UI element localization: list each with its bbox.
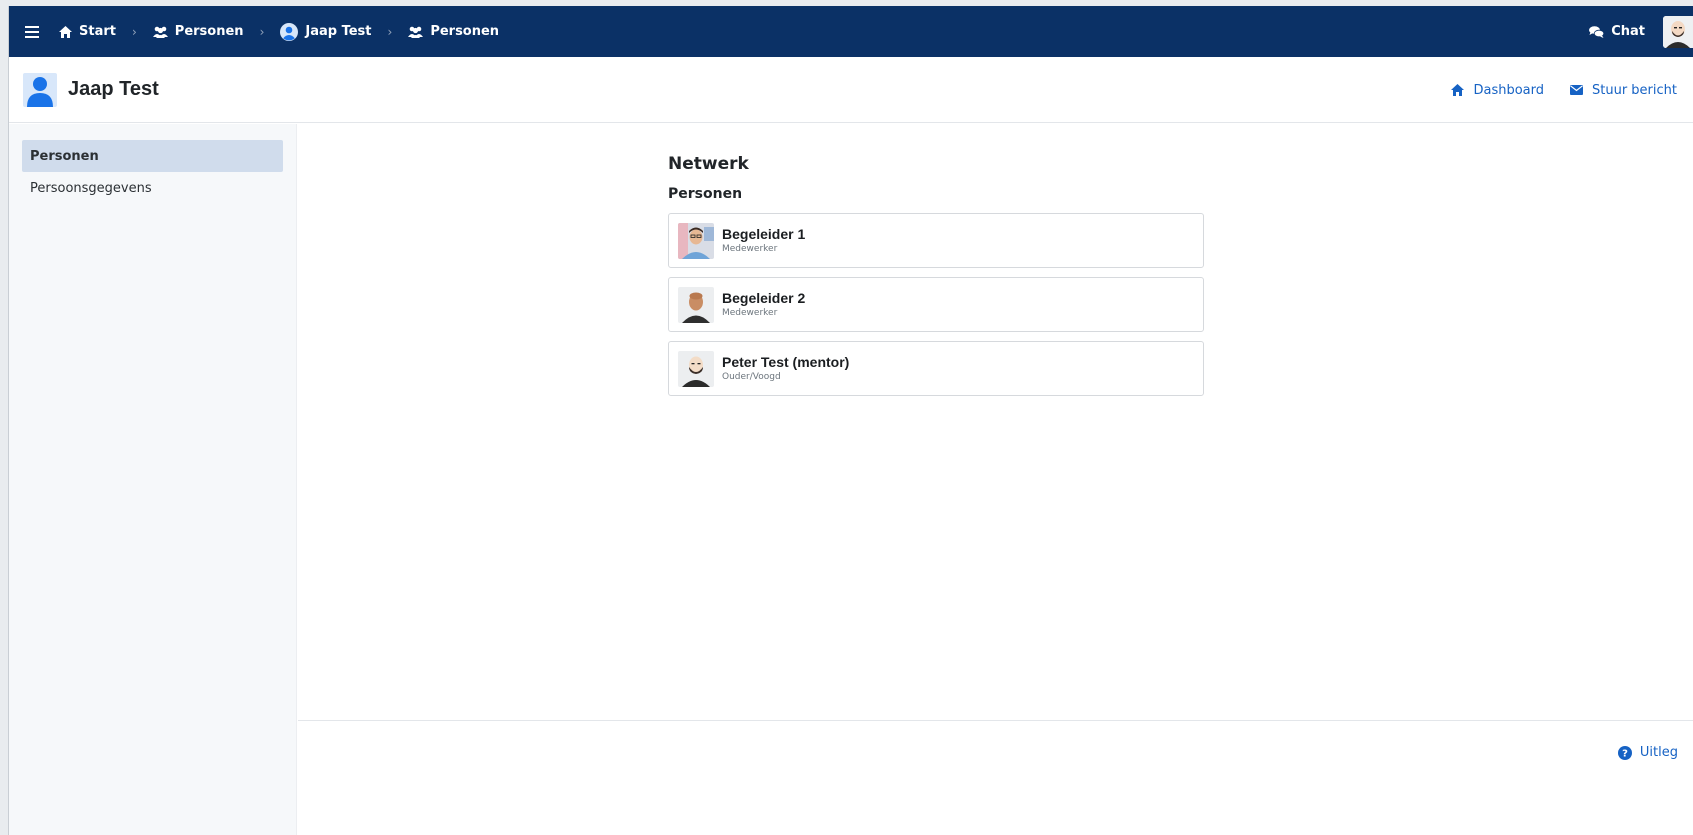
person-role: Medewerker xyxy=(722,244,778,254)
breadcrumb-personen[interactable]: Personen xyxy=(149,24,248,39)
person-info: Begeleider 2 Medewerker xyxy=(722,290,805,319)
breadcrumb-label: Jaap Test xyxy=(305,24,372,39)
header-actions: Dashboard Stuur bericht xyxy=(1451,57,1677,123)
send-message-link[interactable]: Stuur bericht xyxy=(1570,83,1677,98)
section-subheading: Personen xyxy=(668,186,743,202)
dashboard-link[interactable]: Dashboard xyxy=(1451,83,1544,98)
person-card-begeleider-2[interactable]: Begeleider 2 Medewerker xyxy=(668,277,1204,332)
breadcrumb-separator: › xyxy=(259,24,265,39)
people-icon xyxy=(152,26,168,38)
section-heading: Netwerk xyxy=(668,154,749,174)
person-avatar-icon xyxy=(678,350,714,387)
app-frame: Start › Personen › Jaap Test › Personen … xyxy=(8,6,1693,835)
avatar xyxy=(678,350,714,387)
sidebar-item-persoonsgegevens[interactable]: Persoonsgegevens xyxy=(22,172,283,204)
person-avatar-icon xyxy=(678,286,714,323)
sidebar-item-label: Persoonsgegevens xyxy=(30,180,152,196)
breadcrumb: Start › Personen › Jaap Test › Personen xyxy=(55,6,503,57)
top-navbar: Start › Personen › Jaap Test › Personen … xyxy=(9,6,1693,57)
svg-text:?: ? xyxy=(1622,748,1628,759)
send-message-label: Stuur bericht xyxy=(1592,82,1677,98)
breadcrumb-label: Start xyxy=(79,24,116,39)
sidebar-item-personen[interactable]: Personen xyxy=(22,140,283,172)
person-role: Ouder/Voogd xyxy=(722,372,781,382)
help-link[interactable]: ? Uitleg xyxy=(1617,745,1678,760)
chat-label: Chat xyxy=(1611,24,1645,39)
person-name: Begeleider 2 xyxy=(722,290,806,306)
user-circle-icon xyxy=(280,22,299,41)
network-section: Netwerk Personen Begeleider 1 Medewerker… xyxy=(668,154,1204,405)
breadcrumb-separator: › xyxy=(131,24,137,39)
person-role: Medewerker xyxy=(722,308,778,318)
breadcrumb-jaap-test[interactable]: Jaap Test xyxy=(276,22,375,41)
sidebar: Personen Persoonsgegevens xyxy=(9,124,297,835)
person-photo-icon xyxy=(678,222,714,259)
help-label: Uitleg xyxy=(1639,745,1678,760)
user-icon xyxy=(27,76,53,107)
dashboard-label: Dashboard xyxy=(1473,82,1544,98)
person-info: Peter Test (mentor) Ouder/Voogd xyxy=(722,354,849,383)
person-card-peter-test[interactable]: Peter Test (mentor) Ouder/Voogd xyxy=(668,341,1204,396)
person-list: Begeleider 1 Medewerker Begeleider 2 Med… xyxy=(668,213,1204,396)
menu-icon xyxy=(25,25,39,38)
person-card-begeleider-1[interactable]: Begeleider 1 Medewerker xyxy=(668,213,1204,268)
page-title: Jaap Test xyxy=(68,78,159,100)
breadcrumb-personen-current[interactable]: Personen xyxy=(404,24,503,39)
question-circle-icon: ? xyxy=(1617,745,1632,760)
topbar-right: Chat xyxy=(1577,6,1693,57)
home-icon xyxy=(59,25,72,38)
breadcrumb-label: Personen xyxy=(174,24,244,39)
main-content: Netwerk Personen Begeleider 1 Medewerker… xyxy=(298,124,1693,720)
sidebar-item-label: Personen xyxy=(30,148,99,164)
breadcrumb-label: Personen xyxy=(430,24,500,39)
avatar-icon xyxy=(1663,15,1693,48)
person-name: Begeleider 1 xyxy=(722,226,806,242)
envelope-icon xyxy=(1570,85,1583,95)
person-info: Begeleider 1 Medewerker xyxy=(722,226,805,255)
avatar xyxy=(678,222,714,259)
hamburger-menu-button[interactable] xyxy=(9,6,55,57)
breadcrumb-separator: › xyxy=(387,24,393,39)
person-name: Peter Test (mentor) xyxy=(722,354,850,370)
avatar xyxy=(678,286,714,323)
people-icon xyxy=(408,26,424,38)
user-tile xyxy=(23,72,57,107)
user-avatar[interactable] xyxy=(1663,15,1693,48)
home-icon xyxy=(1451,84,1465,96)
chat-icon xyxy=(1589,25,1605,38)
footer: ? Uitleg xyxy=(298,720,1693,835)
chat-button[interactable]: Chat xyxy=(1577,24,1663,39)
breadcrumb-start[interactable]: Start xyxy=(55,24,120,39)
page-header: Jaap Test Dashboard Stuur bericht xyxy=(9,57,1693,123)
